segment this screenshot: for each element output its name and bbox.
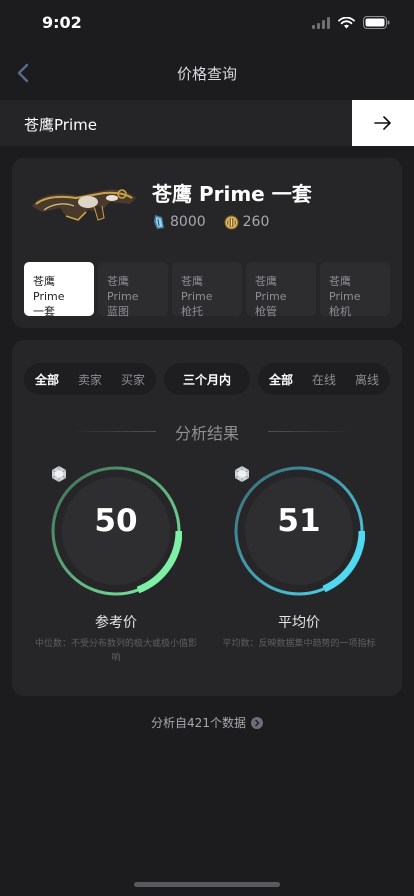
period-filter[interactable]: 三个月内: [164, 363, 250, 395]
nav-bar: 价格查询: [0, 48, 414, 98]
reference-price-label: 参考价: [95, 615, 137, 631]
search-input[interactable]: 苍鹰Prime: [24, 114, 97, 135]
variant-tab-receiver[interactable]: 苍鹰 Prime 枪机: [320, 262, 390, 318]
variant-tabs: 苍鹰 Prime 一套 苍鹰 Prime 蓝图 苍鹰 Prime 枪托 苍鹰 P…: [24, 262, 390, 318]
ducat-value: 8000: [170, 214, 206, 230]
filter-bar: 全部 卖家 买家 三个月内 全部 在线 离线: [24, 363, 390, 395]
variant-tab-set[interactable]: 苍鹰 Prime 一套: [24, 262, 94, 318]
platinum-icon: [51, 466, 67, 482]
filter-side-buyer[interactable]: 买家: [110, 371, 156, 388]
ducat-icon: [154, 215, 164, 229]
average-price-desc: 平均数：反映数据集中趋势的一项指标: [222, 639, 376, 649]
data-source-text: 分析自421个数据: [151, 716, 246, 730]
wifi-icon: [338, 16, 355, 28]
reference-price-desc: 中位数：不受分布数列的极大或极小值影响: [34, 639, 197, 663]
analysis-header: 分析结果: [12, 420, 402, 443]
reference-price-gauge: 50: [50, 465, 182, 597]
arrow-right-icon: [374, 116, 391, 130]
variant-tab-stock[interactable]: 苍鹰 Prime 枪托: [172, 262, 242, 318]
item-card: 苍鹰 Prime 一套 8000 260 苍鹰 Prime 一套 苍鹰 Prim…: [12, 158, 402, 328]
reference-price-value: 50: [94, 503, 138, 539]
filter-side-all[interactable]: 全部: [24, 371, 70, 388]
chevron-right-icon: [250, 716, 263, 729]
status-time: 9:02: [42, 13, 82, 32]
platinum-icon: [234, 466, 250, 482]
variant-tab-blueprint[interactable]: 苍鹰 Prime 蓝图: [98, 262, 168, 318]
online-status-filter: 全部 在线 离线: [258, 363, 390, 395]
filter-side-seller[interactable]: 卖家: [70, 371, 110, 388]
platinum-icon: [224, 215, 239, 229]
status-icons: [312, 16, 390, 29]
data-source-link[interactable]: 分析自421个数据: [0, 714, 414, 731]
item-price-row: 8000 260: [152, 214, 287, 230]
signal-icon: [312, 16, 330, 29]
filter-status-offline[interactable]: 离线: [344, 371, 390, 388]
variant-tab-barrel[interactable]: 苍鹰 Prime 枪管: [246, 262, 316, 318]
battery-icon: [363, 16, 390, 29]
status-bar: 9:02: [0, 0, 414, 48]
divider: [268, 431, 354, 432]
filter-status-all[interactable]: 全部: [258, 371, 304, 388]
platinum-value: 260: [242, 214, 270, 230]
item-name: 苍鹰 Prime 一套: [152, 182, 312, 206]
order-type-filter: 全部 卖家 买家: [24, 363, 156, 395]
filter-period: 三个月内: [182, 372, 231, 387]
weapon-image: [32, 189, 136, 221]
average-price-gauge: 51: [233, 465, 365, 597]
analysis-title: 分析结果: [174, 424, 239, 443]
search-submit-button[interactable]: [352, 100, 414, 146]
average-price-value: 51: [277, 503, 321, 539]
page-title: 价格查询: [176, 65, 237, 83]
search-bar: 苍鹰Prime: [0, 100, 414, 146]
home-indicator: [134, 882, 280, 887]
analysis-card: 全部 卖家 买家 三个月内 全部 在线 离线 分析结果 50 参考价 中位数：不…: [12, 340, 402, 696]
filter-status-online[interactable]: 在线: [304, 371, 344, 388]
average-price-label: 平均价: [278, 615, 320, 631]
